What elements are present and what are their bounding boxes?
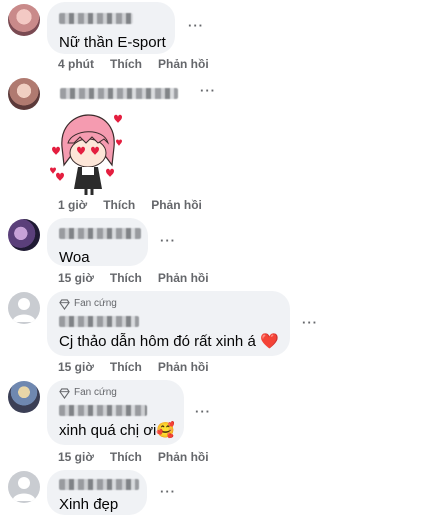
comment-bubble: Fan cứng xinh quá chị ơi🥰 (47, 380, 184, 445)
more-options-button[interactable]: ··· (195, 404, 211, 419)
like-button[interactable]: Thích (103, 198, 135, 212)
fan-badge: Fan cứng (59, 297, 278, 311)
comment-text: Nữ thần E-sport (59, 34, 166, 51)
more-options-button[interactable]: ··· (200, 83, 216, 98)
more-options-button[interactable]: ··· (160, 484, 176, 499)
comment-bubble: Nữ thần E-sport (47, 2, 175, 54)
comment-time[interactable]: 15 giờ (58, 271, 94, 285)
comment-bubble: Woa (47, 218, 148, 266)
comment-text: Xinh đẹp (59, 496, 119, 513)
like-button[interactable]: Thích (110, 450, 142, 464)
avatar[interactable] (8, 292, 40, 324)
reply-button[interactable]: Phản hồi (158, 271, 209, 285)
comment-actions: 15 giờ Thích Phản hồi (58, 360, 209, 374)
avatar[interactable] (8, 219, 40, 251)
comment-bubble: Fan cứng Cj thảo dẫn hôm đó rất xinh á ❤… (47, 291, 290, 356)
default-avatar-icon (12, 477, 36, 501)
avatar[interactable] (8, 4, 40, 36)
comment-bubble: Xinh đẹp (47, 470, 147, 515)
diamond-icon (59, 387, 70, 399)
reply-button[interactable]: Phản hồi (158, 450, 209, 464)
like-button[interactable]: Thích (110, 271, 142, 285)
comment-text: xinh quá chị ơi🥰 (59, 422, 176, 439)
comment-time[interactable]: 15 giờ (58, 360, 94, 374)
pink-hair-girl-hearts-sticker (50, 114, 122, 195)
comment-actions: 4 phút Thích Phản hồi (58, 57, 209, 71)
reply-button[interactable]: Phản hồi (151, 198, 202, 212)
avatar[interactable] (8, 381, 40, 413)
fan-badge-label: Fan cứng (74, 298, 117, 309)
commenter-name[interactable] (59, 228, 141, 239)
avatar[interactable] (8, 471, 40, 503)
commenter-name[interactable] (59, 405, 147, 416)
more-options-button[interactable]: ··· (188, 18, 204, 33)
fan-badge-label: Fan cứng (74, 387, 117, 398)
commenter-name[interactable] (59, 316, 139, 327)
comment-time[interactable]: 4 phút (58, 57, 94, 71)
commenter-name[interactable] (59, 13, 133, 24)
comment-text: Cj thảo dẫn hôm đó rất xinh á ❤️ (59, 333, 279, 350)
reply-button[interactable]: Phản hồi (158, 57, 209, 71)
comment-actions: 15 giờ Thích Phản hồi (58, 271, 209, 285)
avatar[interactable] (8, 78, 40, 110)
more-options-button[interactable]: ··· (160, 233, 176, 248)
comment-actions: 1 giờ Thích Phản hồi (58, 198, 202, 212)
like-button[interactable]: Thích (110, 57, 142, 71)
comment-actions: 15 giờ Thích Phản hồi (58, 450, 209, 464)
default-avatar-icon (12, 298, 36, 322)
commenter-name[interactable] (60, 88, 178, 99)
diamond-icon (59, 298, 70, 310)
fan-badge: Fan cứng (59, 386, 172, 400)
like-button[interactable]: Thích (110, 360, 142, 374)
comment-time[interactable]: 15 giờ (58, 450, 94, 464)
comment-text: Woa (59, 249, 90, 266)
sticker (46, 113, 128, 200)
more-options-button[interactable]: ··· (302, 315, 318, 330)
comment-time[interactable]: 1 giờ (58, 198, 87, 212)
commenter-name[interactable] (59, 479, 139, 490)
reply-button[interactable]: Phản hồi (158, 360, 209, 374)
